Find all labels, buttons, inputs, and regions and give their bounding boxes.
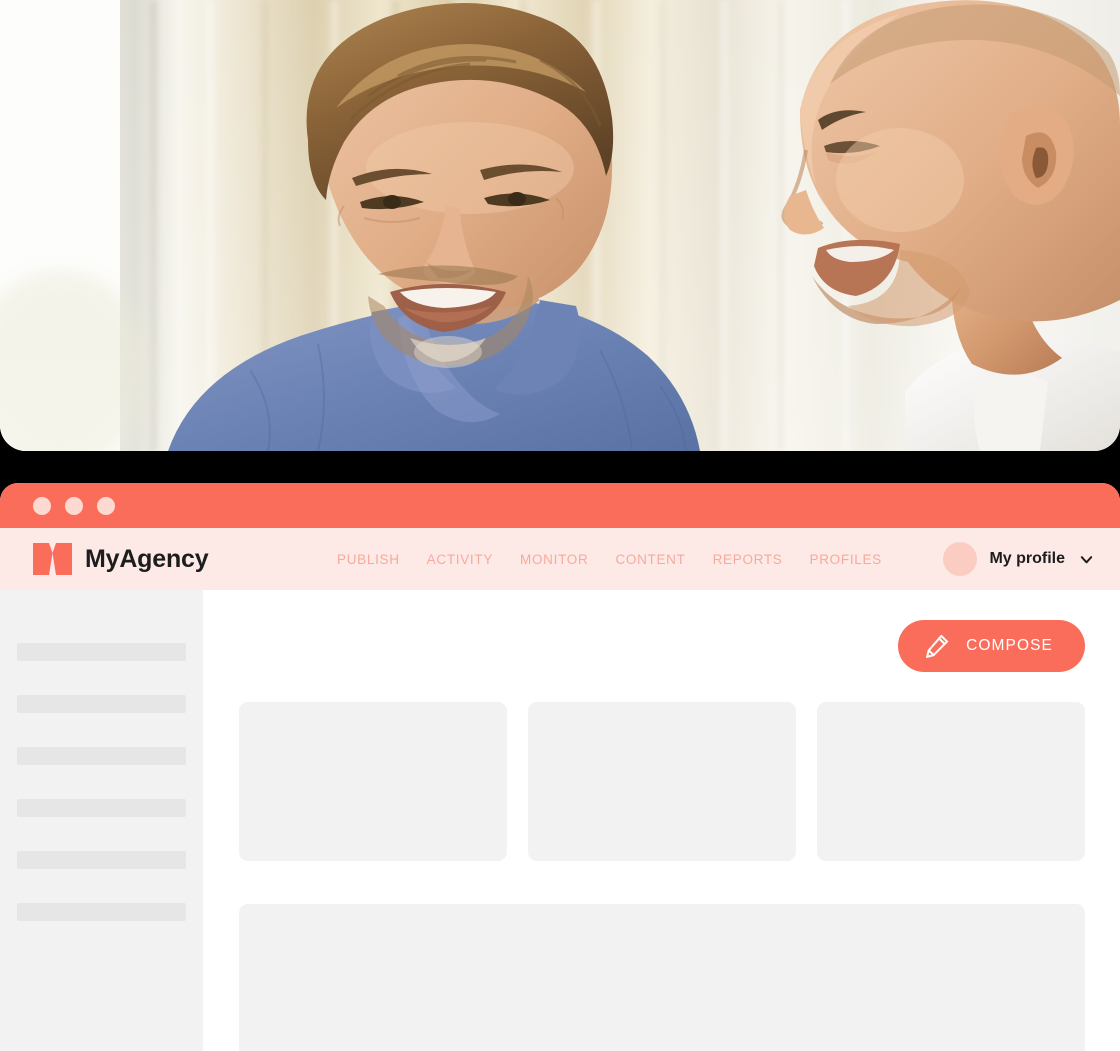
nav-item-monitor[interactable]: MONITOR (520, 552, 588, 567)
card-row (239, 702, 1085, 861)
brand-name: MyAgency (85, 544, 209, 573)
nav-item-content[interactable]: CONTENT (615, 552, 685, 567)
sidebar-skeleton-item (17, 851, 186, 869)
sidebar-skeleton-item (17, 799, 186, 817)
card-placeholder[interactable] (528, 702, 796, 861)
window-dot-close[interactable] (33, 496, 51, 515)
nav-item-publish[interactable]: PUBLISH (337, 552, 400, 567)
app-body: COMPOSE (0, 590, 1120, 1051)
main-toolbar: COMPOSE (239, 590, 1085, 672)
sidebar-skeleton-item (17, 643, 186, 661)
card-placeholder[interactable] (817, 702, 1085, 861)
myagency-logo-glyph (33, 543, 72, 575)
pencil-glyph (926, 634, 949, 658)
myagency-logo-icon (33, 543, 72, 575)
compose-button[interactable]: COMPOSE (898, 620, 1085, 672)
card-placeholder-wide[interactable] (239, 904, 1085, 1051)
profile-menu[interactable]: My profile (943, 528, 1094, 590)
chevron-down-glyph (1080, 555, 1093, 563)
hero-photo-illustration (0, 0, 1120, 451)
app-header: MyAgency PUBLISH ACTIVITY MONITOR CONTEN… (0, 528, 1120, 590)
nav-item-activity[interactable]: ACTIVITY (427, 552, 493, 567)
pencil-icon (924, 633, 950, 659)
browser-titlebar (0, 483, 1120, 528)
nav-item-profiles[interactable]: PROFILES (810, 552, 882, 567)
sidebar-skeleton-item (17, 695, 186, 713)
window-dot-maximize[interactable] (97, 496, 115, 515)
main-nav: PUBLISH ACTIVITY MONITOR CONTENT REPORTS… (337, 528, 882, 590)
brand-logo[interactable]: MyAgency (33, 543, 209, 575)
sidebar-skeleton-item (17, 747, 186, 765)
sidebar-skeleton-item (17, 903, 186, 921)
hero-photo (0, 0, 1120, 451)
compose-button-label: COMPOSE (966, 637, 1053, 654)
main-content: COMPOSE (203, 590, 1120, 1051)
screen-root: MyAgency PUBLISH ACTIVITY MONITOR CONTEN… (0, 0, 1120, 1051)
sidebar (0, 590, 203, 1051)
chevron-down-icon (1079, 552, 1094, 567)
window-dot-minimize[interactable] (65, 496, 83, 515)
nav-item-reports[interactable]: REPORTS (713, 552, 783, 567)
avatar (943, 542, 978, 576)
card-placeholder[interactable] (239, 702, 507, 861)
browser-window: MyAgency PUBLISH ACTIVITY MONITOR CONTEN… (0, 483, 1120, 1051)
profile-label: My profile (989, 550, 1065, 567)
